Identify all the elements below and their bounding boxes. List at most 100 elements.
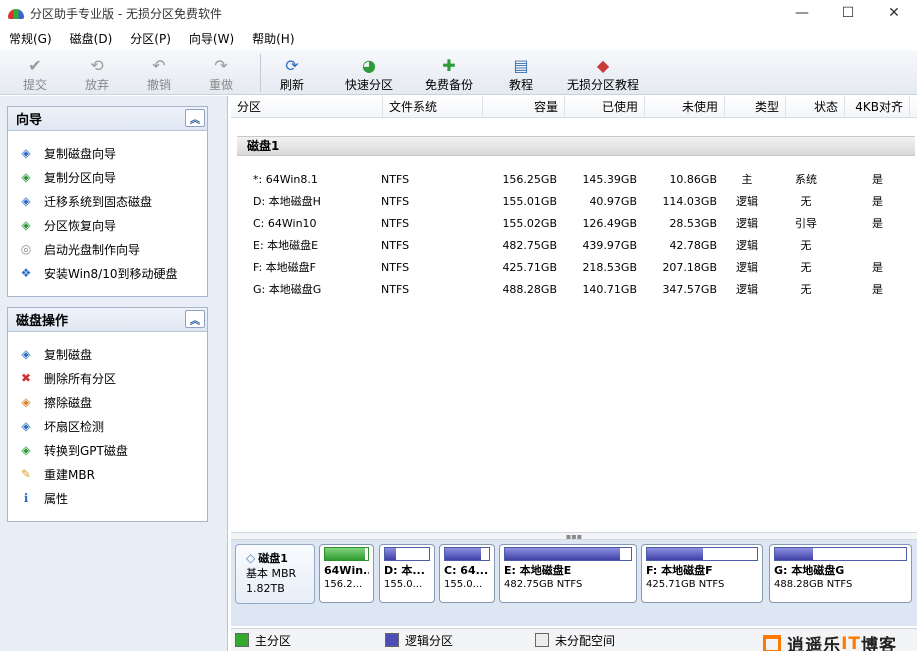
- apply-label: 提交: [22, 78, 47, 92]
- partition-size: 155.0...: [444, 579, 483, 590]
- menu-disk[interactable]: 磁盘(D): [61, 30, 122, 47]
- table-row[interactable]: *: 64Win8.1 NTFS 156.25GB 145.39GB 10.86GB 主 系…: [231, 168, 917, 190]
- table-cell: NTFS: [381, 260, 410, 274]
- wizard-item[interactable]: ◈ 分区恢复向导: [8, 213, 207, 237]
- wizard-group-header: 向导 ︽: [8, 107, 207, 131]
- lossless-tutorial-label: 无损分区教程: [566, 78, 639, 92]
- legend-logical-swatch: [385, 633, 400, 647]
- table-cell: 无: [800, 239, 812, 252]
- quick-partition-button[interactable]: ◕ 快速分区: [339, 50, 399, 95]
- table-row[interactable]: G: 本地磁盘G NTFS 488.28GB 140.71GB 347.57GB 逻辑 无 是: [231, 278, 917, 300]
- partition-table: 分区 文件系统 容量 已使用 未使用 类型 状态 4KB对齐 磁盘1 *: 64Win8.1 N…: [231, 96, 917, 532]
- partition-block[interactable]: C: 64... 155.0...: [439, 544, 495, 603]
- disk-op-item[interactable]: ✎ 重建MBR: [8, 462, 207, 486]
- table-cell: 无: [800, 195, 812, 208]
- wizard-item[interactable]: ◈ 复制分区向导: [8, 165, 207, 189]
- discard-label: 放弃: [84, 78, 109, 92]
- discard-button[interactable]: ⟲ 放弃: [74, 50, 120, 95]
- menu-help[interactable]: 帮助(H): [243, 30, 303, 47]
- refresh-icon: ⟳: [285, 55, 299, 75]
- partition-block[interactable]: F: 本地磁盘F 425.71GB NTFS: [641, 544, 763, 603]
- disk-header-row[interactable]: 磁盘1: [237, 136, 915, 156]
- disk-op-item-label: 擦除磁盘: [44, 395, 93, 410]
- lossless-tutorial-button[interactable]: ◆ 无损分区教程: [561, 50, 645, 95]
- column-header[interactable]: 未使用: [645, 96, 725, 118]
- wizard-group-title: 向导: [16, 113, 43, 128]
- panel-splitter[interactable]: ▪▪▪: [231, 532, 917, 541]
- disk-map: ◇磁盘1 基本 MBR 1.82TB 64Win... 156.2... D: 本.…: [231, 540, 917, 626]
- disk-op-item[interactable]: ◈ 转换到GPT磁盘: [8, 438, 207, 462]
- wizard-item[interactable]: ❖ 安装Win8/10到移动硬盘: [8, 261, 207, 285]
- legend-unallocated-label: 未分配空间: [555, 633, 616, 648]
- table-row[interactable]: C: 64Win10 NTFS 155.02GB 126.49GB 28.53GB 逻辑 引…: [231, 212, 917, 234]
- table-cell: NTFS: [381, 194, 410, 208]
- redo-button[interactable]: ↷ 重做: [198, 50, 244, 95]
- table-row[interactable]: E: 本地磁盘E NTFS 482.75GB 439.97GB 42.78GB 逻辑 无: [231, 234, 917, 256]
- table-cell: 系统: [795, 173, 817, 186]
- disk-card-name: ◇ 磁盘1: [246, 551, 314, 566]
- check-icon: ✔: [28, 55, 42, 75]
- partition-block[interactable]: 64Win... 156.2...: [319, 544, 374, 603]
- apply-button[interactable]: ✔ 提交: [12, 50, 58, 95]
- window-controls: — ☐ ✕: [779, 0, 917, 26]
- column-header[interactable]: 类型: [725, 96, 786, 118]
- partition-name: C: 64...: [444, 564, 489, 577]
- wizard-item[interactable]: ◈ 迁移系统到固态磁盘: [8, 189, 207, 213]
- disk-op-item[interactable]: ✖ 删除所有分区: [8, 366, 207, 390]
- legend-primary-label: 主分区: [255, 633, 292, 648]
- collapse-icon[interactable]: ︽: [185, 109, 205, 127]
- disk-op-item[interactable]: ◈ 复制磁盘: [8, 342, 207, 366]
- lossless-tutorial-icon: ◆: [596, 55, 610, 75]
- minimize-button[interactable]: —: [779, 0, 825, 26]
- disk-op-item[interactable]: ◈ 坏扇区检测: [8, 414, 207, 438]
- partition-block[interactable]: G: 本地磁盘G 488.28GB NTFS: [769, 544, 912, 603]
- partition-size: 155.0...: [384, 579, 423, 590]
- wizard-item[interactable]: ◈ 复制磁盘向导: [8, 141, 207, 165]
- column-header[interactable]: 分区: [231, 96, 383, 118]
- discard-icon: ⟲: [90, 55, 104, 75]
- disk-op-item[interactable]: ℹ 属性: [8, 486, 207, 510]
- column-header[interactable]: 已使用: [565, 96, 645, 118]
- window-title: 分区助手专业版 - 无损分区免费软件: [30, 6, 222, 21]
- usage-bar: [646, 547, 758, 561]
- disk-op-item[interactable]: ◈ 擦除磁盘: [8, 390, 207, 414]
- menu-wizard[interactable]: 向导(W): [180, 30, 243, 47]
- column-header[interactable]: 状态: [786, 96, 845, 118]
- column-header[interactable]: 4KB对齐: [845, 96, 910, 118]
- disk-op-item-label: 坏扇区检测: [44, 419, 105, 434]
- menu-partition[interactable]: 分区(P): [121, 30, 180, 47]
- partition-block[interactable]: D: 本... 155.0...: [379, 544, 435, 603]
- table-cell: 引导: [795, 217, 817, 230]
- wizard-item-label: 迁移系统到固态磁盘: [44, 194, 153, 209]
- usage-bar-fill: [385, 548, 397, 560]
- tutorial-button[interactable]: ▤ 教程: [501, 50, 541, 95]
- menu-general[interactable]: 常规(G): [0, 30, 61, 47]
- column-header[interactable]: 容量: [483, 96, 565, 118]
- table-cell: 155.01GB: [502, 194, 557, 208]
- maximize-button[interactable]: ☐: [825, 0, 871, 26]
- close-button[interactable]: ✕: [871, 0, 917, 26]
- disk-op-item-label: 重建MBR: [44, 467, 95, 482]
- usage-bar: [324, 547, 369, 561]
- usage-bar: [774, 547, 907, 561]
- usage-bar-fill: [647, 548, 704, 560]
- table-row[interactable]: D: 本地磁盘H NTFS 155.01GB 40.97GB 114.03GB 逻辑 无 是: [231, 190, 917, 212]
- table-cell: NTFS: [381, 238, 410, 252]
- partition-name: 64Win...: [324, 564, 369, 577]
- partition-block[interactable]: E: 本地磁盘E 482.75GB NTFS: [499, 544, 637, 603]
- column-header[interactable]: 文件系统: [383, 96, 483, 118]
- collapse-icon[interactable]: ︽: [185, 310, 205, 328]
- free-backup-button[interactable]: ✚ 免费备份: [419, 50, 479, 95]
- watermark-text-a: 逍遥乐: [787, 636, 842, 651]
- table-cell: 482.75GB: [502, 238, 557, 252]
- refresh-button[interactable]: ⟳ 刷新: [267, 50, 317, 95]
- table-row[interactable]: F: 本地磁盘F NTFS 425.71GB 218.53GB 207.18GB 逻辑 无 是: [231, 256, 917, 278]
- disk-card[interactable]: ◇ 磁盘1 基本 MBR 1.82TB: [235, 544, 315, 604]
- table-cell: 28.53GB: [669, 216, 717, 230]
- table-cell: 347.57GB: [662, 282, 717, 296]
- undo-button[interactable]: ↶ 撤销: [136, 50, 182, 95]
- table-cell: 439.97GB: [582, 238, 637, 252]
- undo-label: 撤销: [146, 78, 171, 92]
- watermark-text-c: 博客: [861, 636, 897, 651]
- wizard-item[interactable]: ◎ 启动光盘制作向导: [8, 237, 207, 261]
